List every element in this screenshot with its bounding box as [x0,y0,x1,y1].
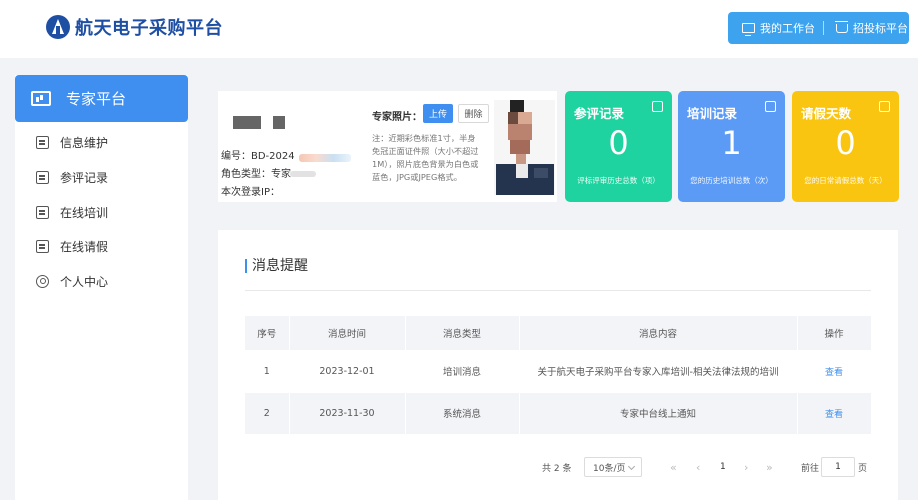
stat-card-leave[interactable]: 请假天数 0 您的日常请假总数（天） [792,91,899,202]
page-size-value: 10条/页 [593,463,626,474]
view-link[interactable]: 查看 [825,410,843,420]
training-icon [765,101,776,112]
cell-time: 2023-11-30 [289,391,406,434]
stat-value: 1 [721,124,742,162]
leave-icon [879,101,890,112]
bidding-platform-button[interactable]: 招投标平台 [824,12,908,44]
basket-icon [835,20,848,33]
page-size-select[interactable]: 10条/页 [584,457,642,477]
table-row: 1 2023-12-01 培训消息 关于航天电子采购平台专家入库培训-相关法律法… [245,349,872,392]
view-link[interactable]: 查看 [825,368,843,378]
stat-title: 培训记录 [687,106,738,121]
cell-action: 查看 [797,349,872,392]
upload-button[interactable]: 上传 [423,104,453,123]
sidebar-item-leave[interactable]: 在线请假 [36,238,108,255]
goto-page-value: 1 [835,462,841,472]
next-page-icon[interactable]: › [744,457,748,477]
current-page[interactable]: 1 [720,457,726,477]
sidebar-item-personal[interactable]: 个人中心 [36,273,108,290]
redacted-role [290,171,316,177]
monitor-icon [742,23,755,36]
page-unit: 页 [858,463,868,474]
stat-value: 0 [835,124,856,162]
redacted-name [233,116,261,129]
sidebar-title-label: 专家平台 [66,90,127,108]
sidebar-item-records[interactable]: 参评记录 [36,169,108,186]
message-panel: 消息提醒 序号 消息时间 消息类型 消息内容 操作 1 2023-12-01 培… [218,230,898,500]
photo-note: 注：近期彩色标准1寸，半身免冠正面证件照（大小不超过1M），照片底色背景为白色或… [372,133,479,182]
column-header: 消息时间 [289,316,406,350]
column-header: 序号 [245,316,290,350]
sidebar-item-label: 个人中心 [60,275,109,289]
last-page-icon[interactable]: » [766,457,773,477]
table-row: 2 2023-11-30 系统消息 专家中台线上通知 查看 [245,391,872,434]
goto-label: 前往 [801,463,820,474]
total-count: 共 2 条 [542,463,572,474]
message-panel-title: 消息提醒 [245,259,308,273]
role-type: 角色类型：专家 [221,169,291,180]
sidebar: 专家平台 信息维护 参评记录 在线培训 在线请假 个人中心 [15,75,188,500]
cell-no: 2 [245,391,290,434]
divider [245,290,871,291]
bidding-label: 招投标平台 [853,22,908,35]
goto-page-input[interactable]: 1 [821,457,855,477]
cell-content: 关于航天电子采购平台专家入库培训-相关法律法规的培训 [519,349,798,392]
stat-desc: 评标评审历史总数（项） [577,176,660,185]
message-table: 序号 消息时间 消息类型 消息内容 操作 1 2023-12-01 培训消息 关… [245,316,872,434]
column-header: 消息内容 [519,316,798,350]
sidebar-item-label: 信息维护 [60,136,109,150]
sidebar-item-training[interactable]: 在线培训 [36,204,108,221]
sidebar-item-label: 参评记录 [60,171,109,185]
workspace-label: 我的工作台 [760,22,815,35]
cell-type: 系统消息 [405,391,520,434]
record-icon [36,171,49,184]
logo[interactable]: 航天电子采购平台 [46,14,223,40]
sidebar-item-info[interactable]: 信息维护 [36,134,108,151]
workspace-button[interactable]: 我的工作台 [728,12,815,44]
logo-icon [46,15,70,39]
stat-value: 0 [608,124,629,162]
sidebar-title[interactable]: 专家平台 [15,75,188,122]
stat-card-review[interactable]: 参评记录 0 评标评审历史总数（项） [565,91,672,202]
top-header: 航天电子采购平台 我的工作台 招投标平台 [0,0,918,58]
delete-button[interactable]: 删除 [458,104,489,123]
first-page-icon[interactable]: « [670,457,677,477]
cell-time: 2023-12-01 [289,349,406,392]
dashboard-icon [31,91,51,106]
cell-no: 1 [245,349,290,392]
expert-id: 编号：BD-2024 [221,151,295,162]
stat-title: 参评记录 [574,106,625,121]
leave-icon [36,240,49,253]
stat-title: 请假天数 [801,106,852,121]
info-doc-icon [36,136,49,149]
stat-desc: 您的历史培训总数（次） [690,176,773,185]
cell-action: 查看 [797,391,872,434]
expert-photo[interactable] [494,100,555,195]
training-icon [36,206,49,219]
profile-card: 编号：BD-2024 角色类型：专家 本次登录IP： 专家照片： 上传 删除 注… [218,91,557,202]
stat-card-training[interactable]: 培训记录 1 您的历史培训总数（次） [678,91,785,202]
prev-page-icon[interactable]: ‹ [696,457,700,477]
photo-label: 专家照片： [372,112,422,123]
login-ip: 本次登录IP： [221,187,280,198]
redacted-name [273,116,285,129]
stat-desc: 您的日常请假总数（天） [804,176,887,185]
table-header-row: 序号 消息时间 消息类型 消息内容 操作 [245,316,872,350]
redacted-id [299,154,351,162]
column-header: 消息类型 [405,316,520,350]
top-button-group: 我的工作台 招投标平台 [728,12,909,44]
cell-type: 培训消息 [405,349,520,392]
cell-content: 专家中台线上通知 [519,391,798,434]
chevron-down-icon [627,462,636,471]
sidebar-item-label: 在线请假 [60,240,109,254]
user-icon [36,275,49,288]
logo-text: 航天电子采购平台 [75,18,223,39]
sidebar-item-label: 在线培训 [60,206,109,220]
record-icon [652,101,663,112]
column-header: 操作 [797,316,872,350]
